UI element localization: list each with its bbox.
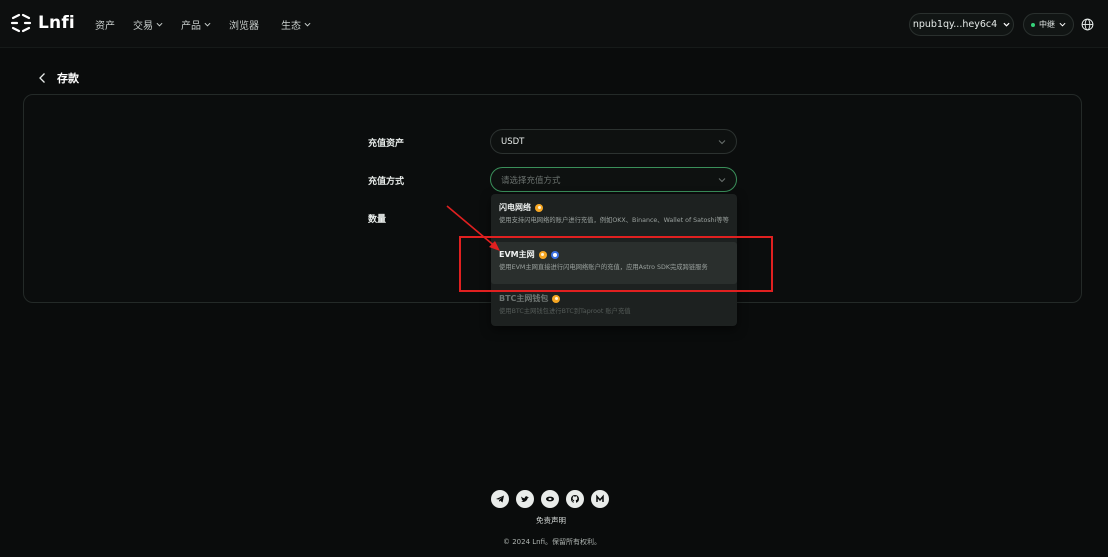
nav-ecosystem[interactable]: 生态	[281, 17, 311, 32]
chevron-down-icon	[718, 178, 726, 183]
chevron-down-icon	[1059, 22, 1066, 27]
annotation-arrow-icon	[446, 205, 500, 251]
amount-label: 数量	[368, 215, 387, 225]
logo-text: Lnfi	[38, 13, 75, 33]
medium-icon[interactable]	[541, 490, 559, 508]
nav-trade[interactable]: 交易	[133, 17, 163, 32]
copyright-text: © 2024 Lnfi。保留所有权利。	[503, 538, 602, 546]
telegram-icon[interactable]	[491, 490, 509, 508]
nav-label: 资产	[95, 21, 115, 32]
back-arrow-icon[interactable]	[38, 72, 47, 84]
mirror-icon[interactable]	[591, 490, 609, 508]
status-dot-icon	[1031, 22, 1035, 27]
github-icon[interactable]	[566, 490, 584, 508]
option-title-text: BTC主网钱包	[499, 294, 549, 303]
nav-label: 交易	[133, 21, 153, 32]
chevron-down-icon	[156, 22, 163, 27]
twitter-icon[interactable]	[516, 490, 534, 508]
method-label: 充值方式	[368, 177, 405, 187]
asset-label: 充值资产	[368, 139, 405, 149]
nav-label: 浏览器	[229, 21, 259, 32]
chevron-down-icon	[204, 22, 211, 27]
wallet-address: npub1qy...hey6c4	[912, 19, 998, 30]
option-desc: 使用支持闪电网络的账户进行充值，例如OKX、Binance、Wallet of …	[499, 217, 729, 224]
network-selector[interactable]: 中继	[1023, 13, 1074, 36]
wallet-address-button[interactable]: npub1qy...hey6c4	[909, 13, 1014, 36]
network-label: 中继	[1039, 20, 1055, 29]
chevron-down-icon	[304, 22, 311, 27]
page-header: 存款	[38, 70, 79, 86]
method-select[interactable]: 请选择充值方式	[490, 167, 737, 192]
social-links	[491, 490, 609, 508]
annotation-highlight-box	[459, 236, 773, 292]
nav-assets[interactable]: 资产	[95, 17, 115, 32]
nav-products[interactable]: 产品	[181, 17, 211, 32]
main-nav: 资产 交易 产品 浏览器 生态	[95, 17, 329, 32]
page-title: 存款	[57, 72, 79, 85]
asset-select[interactable]: USDT	[490, 129, 737, 154]
option-title: BTC主网钱包	[499, 293, 729, 304]
disclaimer-link[interactable]: 免责声明	[536, 515, 566, 526]
chevron-down-icon	[1003, 22, 1010, 27]
nav-label: 产品	[181, 21, 201, 32]
nav-explorer[interactable]: 浏览器	[229, 17, 259, 32]
option-title: 闪电网络	[499, 202, 729, 213]
nav-label: 生态	[281, 21, 301, 32]
btc-coin-icon	[552, 294, 561, 303]
lnfi-logo-icon	[10, 13, 32, 33]
btc-coin-icon	[535, 203, 543, 212]
lnfi-logo[interactable]: Lnfi	[10, 13, 75, 33]
dropdown-option-btc-mainnet[interactable]: BTC主网钱包 使用BTC主网钱包进行BTC到Taproot 账户充值	[491, 293, 737, 321]
globe-icon[interactable]	[1081, 18, 1094, 31]
chevron-down-icon	[718, 140, 726, 145]
dropdown-option-lightning[interactable]: 闪电网络 使用支持闪电网络的账户进行充值，例如OKX、Binance、Walle…	[491, 202, 737, 236]
method-placeholder: 请选择充值方式	[501, 175, 561, 186]
option-desc: 使用BTC主网钱包进行BTC到Taproot 账户充值	[499, 308, 631, 315]
asset-value: USDT	[501, 136, 525, 147]
top-nav-bar: Lnfi 资产 交易 产品 浏览器 生态 npub1qy...hey6c4 中继	[0, 0, 1108, 48]
